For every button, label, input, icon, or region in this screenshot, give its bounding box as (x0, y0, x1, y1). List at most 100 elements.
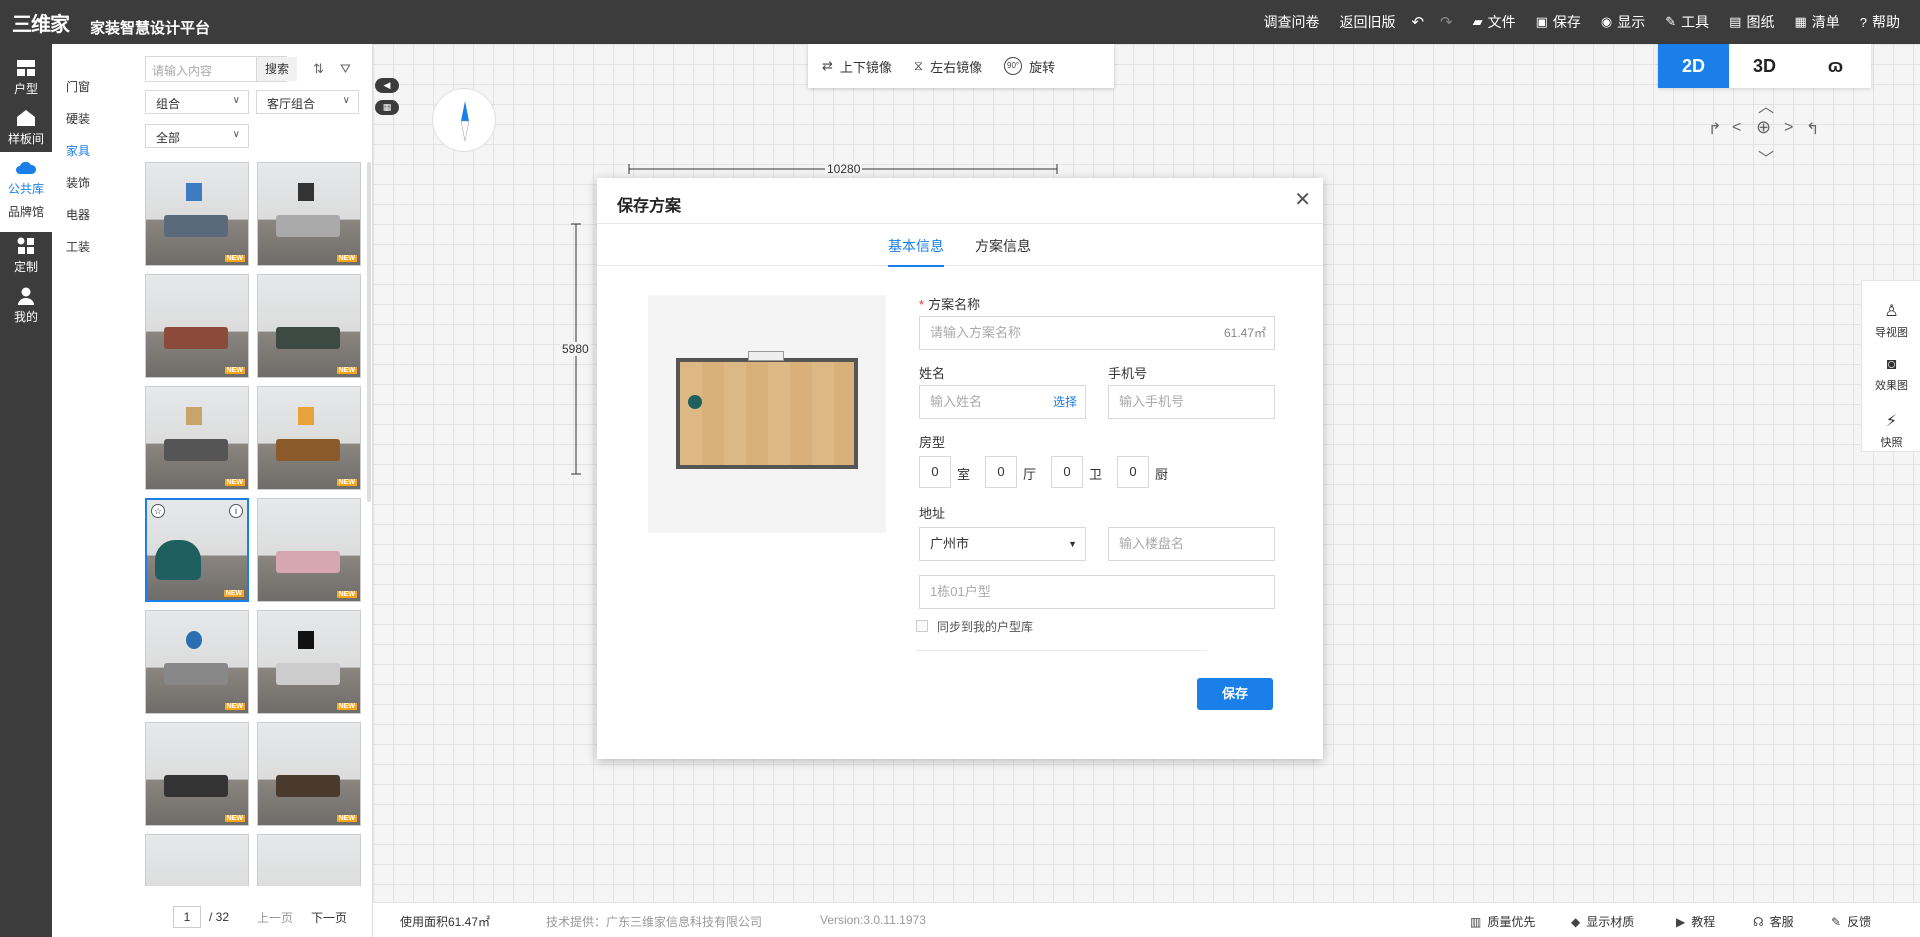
plan-name-label: * 方案名称 (919, 294, 980, 313)
arrow-up-icon[interactable]: ︿ (1758, 93, 1774, 117)
center-target-icon[interactable]: ⊕ (1756, 117, 1771, 138)
tab-basic-info[interactable]: 基本信息 (888, 236, 944, 267)
category-tooling[interactable]: 工装 (66, 238, 90, 255)
product-thumb[interactable]: NEW (145, 610, 249, 714)
nav-public-library-label: 公共库 (7, 182, 44, 196)
customer-service-button[interactable]: ☊ 客服 (1753, 913, 1794, 930)
sofa-icon (164, 663, 228, 685)
product-thumb-selected[interactable]: ☆ i NEW (145, 498, 249, 602)
survey-link[interactable]: 调查问卷 (1263, 12, 1319, 32)
product-thumb[interactable]: NEW (145, 162, 249, 266)
arrow-left-icon[interactable]: < (1732, 119, 1741, 137)
nav-showroom[interactable]: 样板间 (0, 108, 52, 147)
arrow-right-icon[interactable]: > (1784, 119, 1793, 137)
product-thumb[interactable]: NEW (257, 162, 361, 266)
save-button[interactable]: 保存 (1197, 678, 1273, 710)
library-scrollbar[interactable] (367, 162, 371, 502)
display-menu[interactable]: ◉ 显示 (1601, 12, 1645, 32)
nav-brand-hall-label[interactable]: 品牌馆 (0, 203, 52, 220)
category-hard-decor[interactable]: 硬装 (66, 110, 90, 127)
rotate-left-icon[interactable]: ↱ (1708, 119, 1721, 139)
next-page-link[interactable]: 下一页 (311, 909, 347, 926)
show-material-button[interactable]: ◆ 显示材质 (1571, 913, 1634, 930)
filter-all-select[interactable]: 全部 ∨ (145, 124, 249, 148)
back-old-version-link[interactable]: 返回旧版 (1339, 12, 1395, 32)
tab-plan-info[interactable]: 方案信息 (975, 236, 1031, 265)
product-thumb[interactable]: NEW (257, 498, 361, 602)
render-label: 效果图 (1875, 380, 1908, 392)
info-icon[interactable]: i (229, 504, 243, 518)
filter-icon[interactable]: ⛛ (340, 61, 351, 77)
star-icon[interactable]: ☆ (151, 504, 165, 518)
kitchen-count-input[interactable]: 0 (1117, 456, 1149, 488)
product-thumb[interactable]: NEW (145, 722, 249, 826)
flip-horizontal-button[interactable]: ⧖ 左右镜像 (914, 57, 982, 76)
product-grid: NEW NEW NEW NEW NEW NEW ☆ i NEW NEW NEW NE… (145, 162, 363, 886)
nav-mine[interactable]: 我的 (0, 286, 52, 325)
product-thumb[interactable] (257, 834, 361, 886)
page-input[interactable]: 1 (173, 906, 201, 928)
bathroom-count-input[interactable]: 0 (1051, 456, 1083, 488)
plan-name-input[interactable]: 请输入方案名称 61.47㎡ (919, 316, 1275, 350)
logo-text: 三维家 (12, 13, 70, 36)
tools-menu[interactable]: ✎ 工具 (1665, 12, 1709, 32)
building-name-input[interactable]: 输入楼盘名 (1108, 527, 1275, 561)
category-decoration[interactable]: 装饰 (66, 174, 90, 191)
bedroom-count-input[interactable]: 0 (919, 456, 951, 488)
list-menu[interactable]: ▦ 清单 (1794, 12, 1839, 32)
guide-view-button[interactable]: ♙ 导视图 (1862, 301, 1920, 340)
city-select[interactable]: 广州市 ▼ (919, 527, 1086, 561)
chevron-down-icon: ∨ (232, 129, 240, 140)
unit-input[interactable]: 1栋01户型 (919, 575, 1275, 609)
product-thumb[interactable]: NEW (257, 274, 361, 378)
redo-icon[interactable]: ↷ (1440, 13, 1453, 31)
view-3d-button[interactable]: 3D (1729, 44, 1800, 88)
rotate-button[interactable]: 90° 旋转 (1004, 57, 1055, 76)
livingroom-count-input[interactable]: 0 (985, 456, 1017, 488)
grid-toggle-button[interactable]: ▦ (375, 100, 399, 115)
close-icon[interactable]: ✕ (1294, 187, 1311, 212)
view-2d-button[interactable]: 2D (1658, 44, 1729, 88)
product-thumb[interactable]: NEW (257, 722, 361, 826)
choose-name-link[interactable]: 选择 (1053, 386, 1077, 418)
product-thumb[interactable]: NEW (145, 274, 249, 378)
category-appliances[interactable]: 电器 (66, 206, 90, 223)
render-button[interactable]: ◙ 效果图 (1862, 356, 1920, 393)
compass-icon[interactable] (432, 88, 496, 152)
filter-room-select[interactable]: 客厅组合 ∨ (256, 90, 359, 114)
view-walk-button[interactable]: ɷ (1800, 44, 1871, 88)
feedback-button[interactable]: ✎ 反馈 (1831, 913, 1871, 930)
filter-type-select[interactable]: 组合 ∨ (145, 90, 249, 114)
service-label: 客服 (1769, 915, 1794, 929)
name-input[interactable]: 输入姓名 选择 (919, 385, 1086, 419)
tutorial-button[interactable]: ▶ 教程 (1676, 913, 1715, 930)
nav-public-library[interactable]: 公共库 品牌馆 (0, 152, 52, 232)
category-furniture[interactable]: 家具 (66, 142, 90, 159)
painting-icon (298, 631, 314, 649)
sync-label[interactable]: 同步到我的户型库 (937, 618, 1033, 635)
nav-floorplan[interactable]: 户型 (0, 58, 52, 97)
help-menu[interactable]: ? 帮助 (1860, 12, 1900, 32)
product-thumb[interactable]: NEW (145, 386, 249, 490)
collapse-panel-button[interactable]: ◀ (375, 78, 399, 93)
prev-page-link[interactable]: 上一页 (257, 909, 293, 926)
category-doors-windows[interactable]: 门窗 (66, 78, 90, 95)
nav-custom[interactable]: 定制 (0, 236, 52, 275)
flip-vertical-button[interactable]: ⇄ 上下镜像 (822, 57, 892, 76)
save-menu[interactable]: ▣ 保存 (1536, 12, 1581, 32)
app-logo[interactable]: 三维家 (12, 9, 70, 36)
sync-checkbox[interactable] (916, 620, 928, 632)
snapshot-button[interactable]: ⚡ 快照 (1862, 411, 1920, 450)
product-thumb[interactable] (145, 834, 249, 886)
arrow-down-icon[interactable]: ﹀ (1758, 145, 1774, 169)
product-thumb[interactable]: NEW (257, 610, 361, 714)
file-menu[interactable]: ▰ 文件 (1473, 12, 1516, 32)
phone-input[interactable]: 输入手机号 (1108, 385, 1275, 419)
quality-priority-button[interactable]: ▥ 质量优先 (1470, 913, 1535, 930)
drawings-menu[interactable]: ▤ 图纸 (1729, 12, 1774, 32)
rotate-right-icon[interactable]: ↰ (1806, 119, 1819, 139)
product-thumb[interactable]: NEW (257, 386, 361, 490)
library-search-button[interactable]: 搜索 (256, 57, 297, 81)
undo-icon[interactable]: ↶ (1411, 13, 1424, 31)
sort-icon[interactable]: ⇅ (313, 61, 324, 77)
